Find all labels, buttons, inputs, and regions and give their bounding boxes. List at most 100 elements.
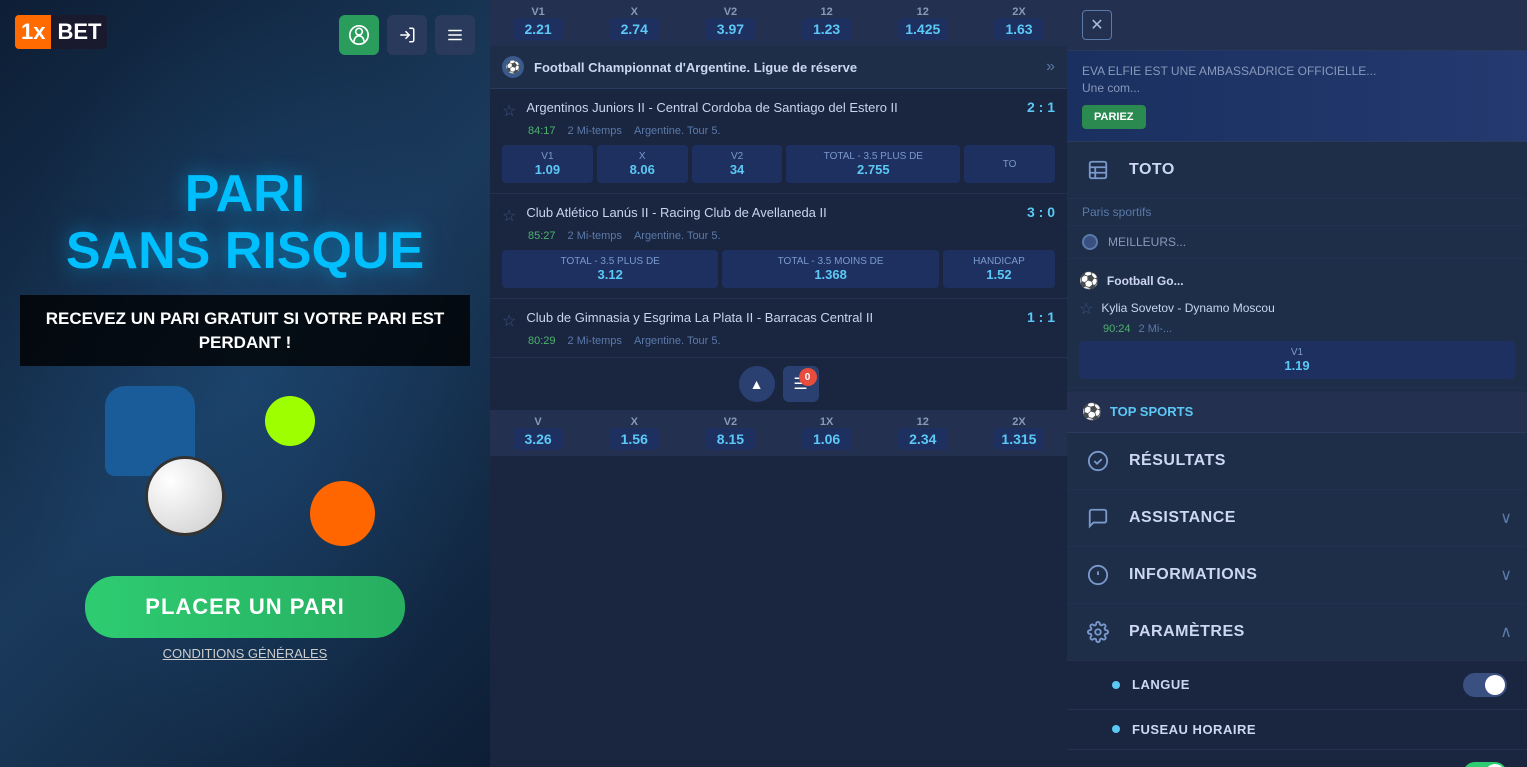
match2-league: Argentine. Tour 5.	[634, 230, 721, 242]
resultats-icon	[1082, 445, 1114, 477]
match1-total-btn[interactable]: TOTAL - 3.5 PLUS DE 2.755	[786, 145, 960, 183]
menu-item-parametres[interactable]: PARAMÈTRES ∧	[1067, 604, 1527, 661]
meilleurs-row[interactable]: MEILLEURS...	[1067, 226, 1527, 259]
football-card-title: Football Go...	[1107, 274, 1184, 288]
bot-1x-value[interactable]: 1.06	[802, 428, 852, 450]
match1-time: 84:17	[528, 125, 556, 137]
odds-2x-value[interactable]: 1.63	[994, 18, 1044, 40]
football-card-icon: ⚽	[1079, 271, 1099, 291]
match3-info: 80:29 2 Mi-temps Argentine. Tour 5.	[528, 335, 1055, 347]
odds-x-cell: X 2.74	[586, 0, 682, 46]
afficher-item[interactable]: AFFICHER LE COUPON DE PARI EN BAS	[1067, 750, 1527, 767]
odds-1x-cell: 12 1.23	[779, 0, 875, 46]
match2-total1-label: TOTAL - 3.5 PLUS DE	[506, 256, 714, 267]
top-sports-row: ⚽ TOP SPORTS	[1067, 392, 1527, 433]
match1-row: ☆ Argentinos Juniors II - Central Cordob…	[490, 89, 1067, 194]
promo-subtitle: RECEVEZ UN PARI GRATUIT SI VOTRE PARI ES…	[20, 295, 470, 367]
place-bet-button[interactable]: PLACER UN PARI	[85, 576, 404, 638]
scroll-up-btn[interactable]: ▲	[739, 366, 775, 402]
odds-header-row: V1 2.21 X 2.74 V2 3.97 12 1.23 12 1.425 …	[490, 0, 1067, 46]
match3-score: 1 : 1	[1027, 309, 1055, 325]
match2-favorite-icon[interactable]: ☆	[502, 206, 516, 226]
top-sports-label: TOP SPORTS	[1110, 404, 1193, 419]
odds-x-label: X	[590, 6, 678, 18]
section1-header[interactable]: ⚽ Football Championnat d'Argentine. Ligu…	[490, 46, 1067, 89]
bot-2x-value[interactable]: 1.315	[994, 428, 1044, 450]
match1-favorite-icon[interactable]: ☆	[502, 101, 516, 121]
match3-time: 80:29	[528, 335, 556, 347]
informations-label: INFORMATIONS	[1129, 566, 1485, 584]
parametres-submenu: LANGUE FUSEAU HORAIRE AFFICHER LE COUPON…	[1067, 661, 1527, 767]
profile-icon-btn[interactable]	[339, 15, 379, 55]
promo-banner-sub: Une com...	[1082, 80, 1512, 97]
odds-x-value[interactable]: 2.74	[609, 18, 659, 40]
football-card-v1-value: 1.19	[1083, 358, 1511, 373]
assistance-label: ASSISTANCE	[1129, 509, 1485, 527]
bot-v2-value[interactable]: 8.15	[705, 428, 755, 450]
match2-handicap-value: 1.52	[947, 267, 1051, 282]
match1-v1-btn[interactable]: V1 1.09	[502, 145, 593, 183]
fuseau-item[interactable]: FUSEAU HORAIRE	[1067, 710, 1527, 750]
match1-to-label: TO	[968, 159, 1051, 170]
toto-icon	[1082, 154, 1114, 186]
langue-dot	[1112, 681, 1120, 689]
langue-label: LANGUE	[1132, 677, 1451, 692]
match1-v2-btn[interactable]: V2 34	[692, 145, 783, 183]
header-icons	[339, 15, 475, 55]
menu-icon-btn[interactable]	[435, 15, 475, 55]
match1-to-btn[interactable]: TO	[964, 145, 1055, 183]
match1-x-btn[interactable]: X 8.06	[597, 145, 688, 183]
bot-v-value[interactable]: 3.26	[513, 428, 563, 450]
login-icon-btn[interactable]	[387, 15, 427, 55]
close-button[interactable]: ✕	[1082, 10, 1112, 40]
football-card-star[interactable]: ☆	[1079, 299, 1093, 319]
match2-total1-btn[interactable]: TOTAL - 3.5 PLUS DE 3.12	[502, 250, 718, 288]
pariez-button[interactable]: PARIEZ	[1082, 105, 1146, 129]
football-card-v1-btn[interactable]: V1 1.19	[1079, 341, 1515, 379]
bot-v-cell: V 3.26	[490, 410, 586, 456]
fuseau-dot	[1112, 725, 1120, 733]
football-card-bets: V1 1.19	[1079, 341, 1515, 379]
middle-panel: V1 2.21 X 2.74 V2 3.97 12 1.23 12 1.425 …	[490, 0, 1067, 767]
bot-2x-label: 2X	[975, 416, 1063, 428]
odds-1x-value[interactable]: 1.23	[802, 18, 852, 40]
odds-2x-cell: 2X 1.63	[971, 0, 1067, 46]
match3-top: ☆ Club de Gimnasia y Esgrima La Plata II…	[502, 309, 1055, 331]
odds-v2-value[interactable]: 3.97	[705, 18, 755, 40]
football-icon: ⚽	[502, 56, 524, 78]
football-card-time: 90:24	[1103, 323, 1131, 335]
badge-count: 0	[799, 368, 817, 386]
langue-item[interactable]: LANGUE	[1067, 661, 1527, 710]
conditions-link[interactable]: CONDITIONS GÉNÉRALES	[163, 646, 328, 661]
match2-handicap-btn[interactable]: HANDICAP 1.52	[943, 250, 1055, 288]
bot-v-label: V	[494, 416, 582, 428]
odds-v1-value[interactable]: 2.21	[513, 18, 563, 40]
bot-x-value[interactable]: 1.56	[609, 428, 659, 450]
informations-icon	[1082, 559, 1114, 591]
soccer-ball	[145, 456, 225, 536]
match2-info: 85:27 2 Mi-temps Argentine. Tour 5.	[528, 230, 1055, 242]
afficher-toggle[interactable]	[1463, 762, 1507, 767]
match2-handicap-label: HANDICAP	[947, 256, 1051, 267]
langue-toggle[interactable]	[1463, 673, 1507, 697]
doc-icon-btn[interactable]: ☰ 0	[783, 366, 819, 402]
logo: 1xBET	[15, 15, 107, 49]
odds-2x-label: 2X	[975, 6, 1063, 18]
menu-item-resultats[interactable]: RÉSULTATS	[1067, 433, 1527, 490]
meilleurs-radio[interactable]	[1082, 234, 1098, 250]
bot-12-value[interactable]: 2.34	[898, 428, 948, 450]
match1-info: 84:17 2 Mi-temps Argentine. Tour 5.	[528, 125, 1055, 137]
match3-favorite-icon[interactable]: ☆	[502, 311, 516, 331]
logo-bet: BET	[51, 15, 107, 49]
resultats-label: RÉSULTATS	[1129, 452, 1512, 470]
bot-x-label: X	[590, 416, 678, 428]
odds-12-value[interactable]: 1.425	[898, 18, 948, 40]
section1-expand-icon[interactable]: »	[1046, 58, 1055, 76]
menu-item-informations[interactable]: INFORMATIONS ∨	[1067, 547, 1527, 604]
menu-item-assistance[interactable]: ASSISTANCE ∨	[1067, 490, 1527, 547]
odds-1x-label: 12	[783, 6, 871, 18]
menu-item-toto[interactable]: TOTO	[1067, 142, 1527, 199]
match2-total2-btn[interactable]: TOTAL - 3.5 MOINS DE 1.368	[722, 250, 938, 288]
parametres-icon	[1082, 616, 1114, 648]
odds-v1-label: V1	[494, 6, 582, 18]
